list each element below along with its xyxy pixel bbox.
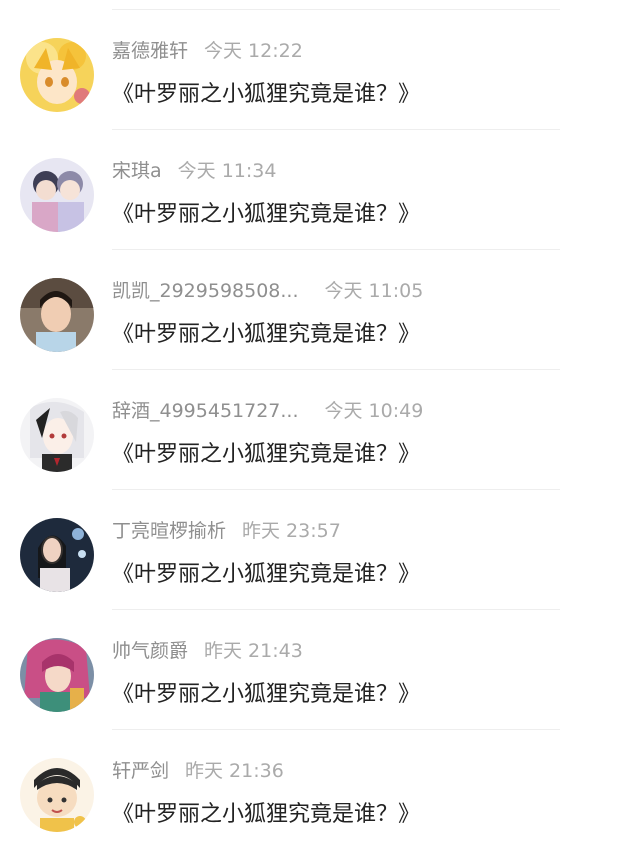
conversation-meta: 丁亮暄椤揄析 昨天 23:57	[112, 518, 341, 544]
avatar[interactable]	[20, 518, 94, 592]
conversation-item[interactable]: 凯凯_2929598508... 今天 11:05 《叶罗丽之小狐狸究竟是谁？》	[0, 250, 640, 370]
timestamp: 昨天 21:36	[185, 760, 284, 782]
conversation-item[interactable]: 辞酒_4995451727... 今天 10:49 《叶罗丽之小狐狸究竟是谁？》	[0, 370, 640, 490]
message-preview[interactable]: 《叶罗丽之小狐狸究竟是谁？》	[112, 200, 420, 230]
user-name[interactable]: 宋琪a	[112, 160, 162, 182]
conversation-item[interactable]: 宋琪a 今天 11:34 《叶罗丽之小狐狸究竟是谁？》	[0, 130, 640, 250]
avatar[interactable]	[20, 638, 94, 712]
message-preview[interactable]: 《叶罗丽之小狐狸究竟是谁？》	[112, 560, 420, 590]
avatar-image-icon	[20, 758, 94, 832]
timestamp: 昨天 21:43	[204, 640, 303, 662]
timestamp: 今天 11:05	[324, 280, 424, 302]
avatar-image-icon	[20, 158, 94, 232]
avatar[interactable]	[20, 158, 94, 232]
conversation-item[interactable]: 嘉德雅轩 今天 12:22 《叶罗丽之小狐狸究竟是谁？》	[0, 10, 640, 130]
avatar-image-icon	[20, 278, 94, 352]
conversation-item[interactable]: 轩严剑 昨天 21:36 《叶罗丽之小狐狸究竟是谁？》	[0, 730, 640, 850]
conversation-meta: 嘉德雅轩 今天 12:22	[112, 38, 303, 64]
conversation-item[interactable]: 帅气颜爵 昨天 21:43 《叶罗丽之小狐狸究竟是谁？》	[0, 610, 640, 730]
avatar-image-icon	[20, 638, 94, 712]
message-preview[interactable]: 《叶罗丽之小狐狸究竟是谁？》	[112, 680, 420, 710]
avatar[interactable]	[20, 398, 94, 472]
avatar[interactable]	[20, 758, 94, 832]
avatar[interactable]	[20, 278, 94, 352]
user-name[interactable]: 凯凯_2929598508...	[112, 280, 299, 302]
conversation-meta: 宋琪a 今天 11:34	[112, 158, 276, 184]
user-name[interactable]: 帅气颜爵	[112, 640, 188, 662]
conversation-item[interactable]: 丁亮暄椤揄析 昨天 23:57 《叶罗丽之小狐狸究竟是谁？》	[0, 490, 640, 610]
conversation-meta: 帅气颜爵 昨天 21:43	[112, 638, 303, 664]
timestamp: 今天 12:22	[204, 40, 303, 62]
avatar-image-icon	[20, 38, 94, 112]
timestamp: 昨天 23:57	[242, 520, 341, 542]
message-preview[interactable]: 《叶罗丽之小狐狸究竟是谁？》	[112, 80, 420, 110]
conversation-meta: 辞酒_4995451727... 今天 10:49	[112, 398, 423, 424]
conversation-meta: 轩严剑 昨天 21:36	[112, 758, 284, 784]
avatar[interactable]	[20, 38, 94, 112]
user-name[interactable]: 轩严剑	[112, 760, 169, 782]
timestamp: 今天 10:49	[324, 400, 424, 422]
conversation-list: 嘉德雅轩 今天 12:22 《叶罗丽之小狐狸究竟是谁？》 宋琪a 今天 11:34 …	[0, 0, 640, 832]
avatar-image-icon	[20, 398, 94, 472]
user-name[interactable]: 丁亮暄椤揄析	[112, 520, 226, 542]
conversation-meta: 凯凯_2929598508... 今天 11:05	[112, 278, 423, 304]
user-name[interactable]: 嘉德雅轩	[112, 40, 188, 62]
user-name[interactable]: 辞酒_4995451727...	[112, 400, 299, 422]
message-preview[interactable]: 《叶罗丽之小狐狸究竟是谁？》	[112, 320, 420, 350]
timestamp: 今天 11:34	[177, 160, 277, 182]
message-preview[interactable]: 《叶罗丽之小狐狸究竟是谁？》	[112, 440, 420, 470]
avatar-image-icon	[20, 518, 94, 592]
